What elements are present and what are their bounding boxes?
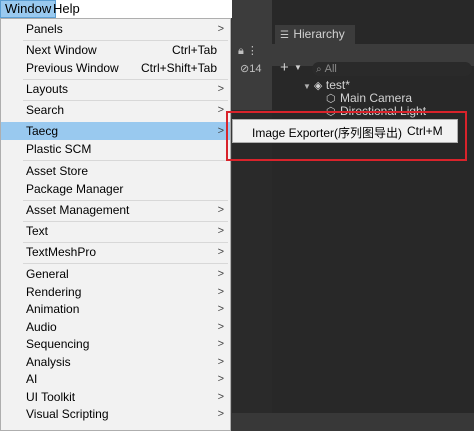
- chevron-right-icon: >: [217, 373, 224, 385]
- menu-item-package-manager[interactable]: Package Manager: [1, 180, 230, 198]
- menu-item-visual-scripting[interactable]: Visual Scripting >: [1, 405, 230, 423]
- plus-icon[interactable]: +: [280, 60, 289, 76]
- chevron-right-icon: >: [217, 408, 224, 420]
- annotation-highlight-box: [226, 111, 467, 161]
- menu-item-label: Panels: [26, 22, 63, 36]
- menu-item-label: Previous Window: [26, 61, 119, 75]
- menu-item-asset-management[interactable]: Asset Management >: [1, 201, 230, 219]
- chevron-right-icon: >: [217, 303, 224, 315]
- menu-item-search[interactable]: Search >: [1, 101, 230, 119]
- menu-item-label: Asset Management: [26, 203, 130, 217]
- menu-window[interactable]: Window: [0, 0, 57, 18]
- menu-item-label: Text: [26, 224, 49, 238]
- menu-item-general[interactable]: General >: [1, 265, 230, 283]
- unity-logo-icon: ◈: [313, 80, 323, 92]
- menu-item-taecg[interactable]: Taecg >: [1, 122, 230, 140]
- tab-hierarchy[interactable]: ☰ Hierarchy: [275, 25, 355, 44]
- lock-icon[interactable]: 🔒︎ ⋮: [238, 44, 258, 58]
- menu-item-next-window[interactable]: Next Window Ctrl+Tab: [1, 41, 230, 59]
- chevron-right-icon: >: [217, 286, 224, 298]
- menu-item-layouts[interactable]: Layouts >: [1, 80, 230, 98]
- chevron-right-icon: >: [217, 338, 224, 350]
- menu-item-label: Search: [26, 103, 65, 117]
- menu-item-label: TextMeshPro: [26, 245, 97, 259]
- menu-item-previous-window[interactable]: Previous Window Ctrl+Shift+Tab: [1, 59, 230, 77]
- menu-item-shortcut: Ctrl+Tab: [171, 43, 217, 57]
- menu-item-textmeshpro[interactable]: TextMeshPro >: [1, 243, 230, 261]
- menu-item-ui-toolkit[interactable]: UI Toolkit >: [1, 388, 230, 406]
- eye-slash-icon: ⊘: [240, 63, 250, 75]
- chevron-right-icon: >: [217, 268, 224, 280]
- hierarchy-search-input[interactable]: ⌕ All: [312, 62, 472, 76]
- menu-item-plastic-scm[interactable]: Plastic SCM: [1, 140, 230, 158]
- menu-item-animation[interactable]: Animation >: [1, 300, 230, 318]
- menu-item-analysis[interactable]: Analysis >: [1, 353, 230, 371]
- menu-item-panels[interactable]: Panels >: [1, 20, 230, 38]
- menu-item-label: Layouts: [26, 82, 69, 96]
- menu-item-label: General: [26, 267, 69, 281]
- chevron-right-icon: >: [217, 23, 224, 35]
- menu-item-label: Plastic SCM: [26, 142, 92, 156]
- chevron-right-icon: >: [217, 104, 224, 116]
- chevron-right-icon: >: [217, 321, 224, 333]
- menu-item-label: Animation: [26, 302, 80, 316]
- chevron-right-icon: >: [217, 246, 224, 258]
- hierarchy-item-label: Main Camera: [340, 91, 413, 105]
- chevron-right-icon: >: [217, 225, 224, 237]
- chevron-right-icon: >: [217, 356, 224, 368]
- search-icon: ⌕: [316, 64, 322, 75]
- menu-item-asset-store[interactable]: Asset Store: [1, 162, 230, 180]
- search-placeholder: All: [324, 63, 337, 75]
- menu-item-label: Analysis: [26, 355, 71, 369]
- menu-item-shortcut: Ctrl+Shift+Tab: [140, 61, 217, 75]
- caret-down-icon: ▼: [303, 82, 311, 91]
- scene-name: test*: [325, 78, 350, 92]
- chevron-right-icon: >: [217, 204, 224, 216]
- menu-item-label: Visual Scripting: [26, 407, 109, 421]
- menu-separator: [23, 263, 228, 264]
- chevron-right-icon: >: [217, 83, 224, 95]
- menu-item-rendering[interactable]: Rendering >: [1, 283, 230, 301]
- visibility-toggle[interactable]: ⊘14: [240, 62, 261, 75]
- visibility-count: 14: [249, 63, 262, 75]
- menu-item-text[interactable]: Text >: [1, 222, 230, 240]
- tab-hierarchy-label: Hierarchy: [293, 27, 345, 41]
- chevron-right-icon: >: [217, 391, 224, 403]
- menu-item-label: Package Manager: [26, 182, 124, 196]
- list-icon: ☰: [280, 30, 289, 41]
- menu-item-label: Sequencing: [26, 337, 90, 351]
- menu-item-label: Next Window: [26, 43, 97, 57]
- menu-item-label: Asset Store: [26, 164, 89, 178]
- chevron-down-icon[interactable]: ▼: [294, 63, 302, 72]
- menu-help[interactable]: Help: [49, 0, 84, 18]
- window-menu: Panels > Next Window Ctrl+Tab Previous Win…: [0, 18, 231, 431]
- chevron-right-icon: >: [217, 125, 224, 137]
- menu-item-ai[interactable]: AI >: [1, 370, 230, 388]
- menu-item-label: Audio: [26, 320, 57, 334]
- menu-separator: [23, 160, 228, 161]
- menu-item-audio[interactable]: Audio >: [1, 318, 230, 336]
- menu-item-sequencing[interactable]: Sequencing >: [1, 335, 230, 353]
- menu-item-label: Taecg: [26, 124, 59, 138]
- menu-item-label: UI Toolkit: [26, 390, 76, 404]
- menu-item-label: AI: [26, 372, 38, 386]
- menu-item-label: Rendering: [26, 285, 82, 299]
